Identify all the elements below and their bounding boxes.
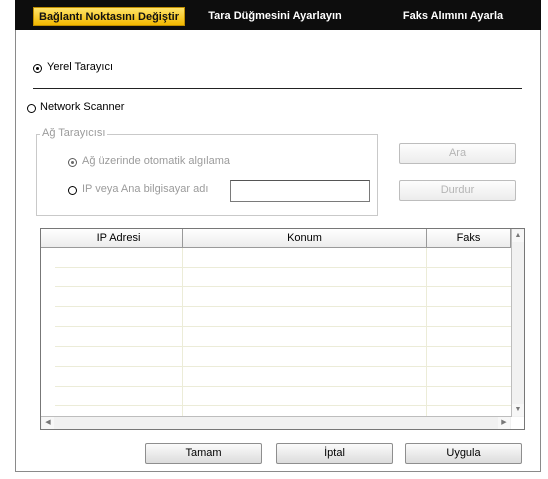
auto-detect-label: Ağ üzerinde otomatik algılama bbox=[82, 155, 230, 167]
scroll-up-icon[interactable]: ▲ bbox=[512, 230, 524, 242]
horizontal-scrollbar[interactable]: ◀ ▶ bbox=[41, 416, 511, 429]
auto-detect-radio[interactable] bbox=[68, 158, 77, 167]
column-header-location[interactable]: Konum bbox=[183, 229, 427, 248]
search-button[interactable]: Ara bbox=[399, 143, 516, 164]
column-header-ip[interactable]: IP Adresi bbox=[55, 229, 183, 248]
table-row bbox=[55, 346, 511, 347]
ok-button[interactable]: Tamam bbox=[145, 443, 262, 464]
groupbox-title: Ağ Tarayıcısı bbox=[40, 127, 108, 139]
network-scanner-radio[interactable] bbox=[27, 104, 36, 113]
stop-button[interactable]: Durdur bbox=[399, 180, 516, 201]
table-row bbox=[55, 366, 511, 367]
scroll-right-icon[interactable]: ▶ bbox=[498, 417, 510, 429]
apply-button[interactable]: Uygula bbox=[405, 443, 522, 464]
ip-host-radio[interactable] bbox=[68, 186, 77, 195]
cancel-button[interactable]: İptal bbox=[276, 443, 393, 464]
table-row bbox=[55, 386, 511, 387]
scroll-left-icon[interactable]: ◀ bbox=[42, 417, 54, 429]
scroll-down-icon[interactable]: ▼ bbox=[512, 404, 524, 416]
table-row bbox=[55, 306, 511, 307]
column-header-fax[interactable]: Faks bbox=[427, 229, 511, 248]
separator bbox=[33, 88, 522, 89]
row-header-corner bbox=[41, 229, 55, 248]
table-row bbox=[55, 286, 511, 287]
ip-host-label: IP veya Ana bilgisayar adı bbox=[82, 183, 209, 195]
tab-bar: Bağlantı Noktasını Değiştir Tara Düğmesi… bbox=[15, 0, 541, 30]
local-scanner-label[interactable]: Yerel Tarayıcı bbox=[47, 61, 113, 73]
scanner-table: IP Adresi Konum Faks ▲ ▼ ◀ ▶ bbox=[40, 228, 525, 430]
tab-set-scan-button[interactable]: Tara Düğmesini Ayarlayın bbox=[200, 7, 350, 26]
vertical-scrollbar[interactable]: ▲ ▼ bbox=[511, 229, 524, 417]
network-scanner-label[interactable]: Network Scanner bbox=[40, 101, 124, 113]
network-scanner-groupbox bbox=[36, 134, 378, 216]
local-scanner-radio[interactable] bbox=[33, 64, 42, 73]
tab-change-port[interactable]: Bağlantı Noktasını Değiştir bbox=[33, 7, 185, 26]
ip-host-input[interactable] bbox=[230, 180, 370, 202]
table-row bbox=[55, 326, 511, 327]
column-divider bbox=[426, 248, 427, 417]
column-divider bbox=[182, 248, 183, 417]
table-row bbox=[55, 267, 511, 268]
tab-set-fax-receive[interactable]: Faks Alımını Ayarla bbox=[373, 7, 533, 26]
table-row bbox=[55, 405, 511, 406]
